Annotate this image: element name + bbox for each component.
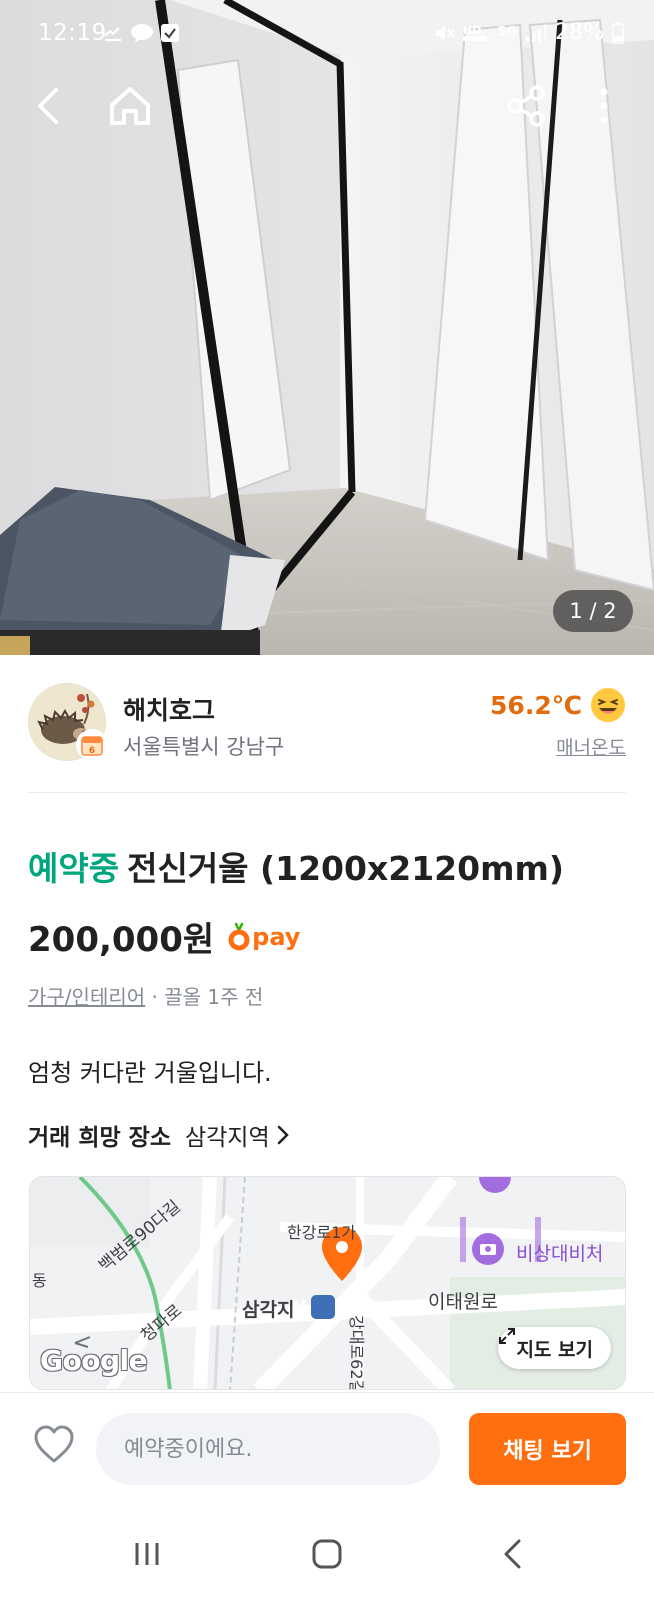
view-chat-button[interactable]: 채팅 보기 — [469, 1413, 626, 1485]
status-time: 12:19 — [38, 20, 107, 46]
system-back-button[interactable] — [483, 1526, 543, 1582]
map-label-emergency: 비상대비처 — [516, 1243, 604, 1265]
svg-text:6: 6 — [89, 746, 95, 756]
seller-region: 서울특별시 강남구 — [123, 735, 285, 759]
map-label-gangdaero: 강대로62길 — [347, 1315, 366, 1390]
manner-temp-link[interactable]: 매너온도 — [556, 733, 626, 760]
bump-time: · 끌올 1주 전 — [151, 985, 264, 1009]
share-button[interactable] — [498, 78, 554, 134]
article-description: 엄청 커다란 거울입니다. — [28, 1059, 272, 1087]
missed-call-icon — [104, 27, 121, 42]
pay-badge: pay — [228, 922, 300, 952]
product-photo[interactable]: 12:19 HD 5G 28% 1 / 2 — [0, 0, 654, 655]
trade-location-map[interactable]: M 한강로1가 이태원로 삼각지 비상대비처 백범로90다길 청파로 강대로62… — [29, 1176, 626, 1390]
price-row: 200,000원 pay — [28, 912, 300, 961]
image-counter: 1 / 2 — [553, 590, 633, 632]
avatar-badge: 6 — [76, 729, 108, 761]
carrot-pay-icon — [228, 922, 250, 950]
map-label-itaewonro: 이태원로 — [428, 1291, 498, 1313]
more-vertical-icon — [600, 88, 608, 124]
system-home-icon — [312, 1539, 342, 1569]
network-type: 5G — [497, 25, 518, 40]
laughing-face-icon — [591, 688, 625, 722]
category-link[interactable]: 가구/인테리어 — [28, 985, 145, 1009]
signal-icon — [526, 23, 548, 42]
view-map-label: 지도 보기 — [516, 1338, 593, 1361]
google-logo: Google — [40, 1344, 148, 1377]
manner-temperature: 56.2℃ — [490, 687, 626, 723]
map-label-samgakji: 삼각지 — [242, 1299, 295, 1321]
home-icon — [110, 87, 150, 125]
chevron-right-icon — [277, 1125, 289, 1145]
view-map-button[interactable]: 지도 보기 — [498, 1327, 611, 1369]
article-meta: 가구/인테리어 · 끌올 1주 전 — [28, 981, 263, 1010]
top-navigation — [0, 78, 654, 138]
divider — [28, 792, 626, 793]
product-detail-screen: 12:19 HD 5G 28% 1 / 2 6 해치호그 서울특별시 강남구 5… — [0, 0, 654, 1600]
status-bar: 12:19 HD 5G 28% — [0, 0, 654, 70]
article-title-text: 전신거울 (1200x2120mm) — [127, 849, 564, 888]
calendar-badge-icon: 6 — [81, 736, 103, 756]
map-label-dong: 동 — [32, 1271, 47, 1290]
price: 200,000원 — [28, 920, 215, 960]
map-label-hangangro: 한강로1가 — [287, 1223, 357, 1242]
system-back-icon — [504, 1539, 521, 1569]
pay-label: pay — [252, 922, 301, 951]
expand-icon — [499, 1328, 516, 1344]
back-button[interactable] — [20, 78, 76, 134]
heart-icon — [34, 1425, 74, 1463]
status-notification-icons — [102, 22, 180, 44]
manner-temp-value: 56.2℃ — [490, 690, 582, 720]
like-button[interactable] — [32, 1423, 76, 1467]
trade-place-link[interactable]: 삼각지역 — [185, 1118, 290, 1152]
message-input[interactable] — [96, 1413, 440, 1485]
bottom-action-bar: 채팅 보기 — [0, 1392, 654, 1508]
trade-place-value: 삼각지역 — [184, 1125, 270, 1151]
share-icon — [507, 85, 545, 127]
home-button[interactable] — [102, 78, 158, 134]
battery-percent: 28% — [555, 20, 604, 45]
recent-apps-icon — [135, 1543, 159, 1565]
trade-place-label: 거래 희망 장소 — [28, 1125, 171, 1151]
arrow-left-icon — [38, 88, 58, 124]
status-right-group: HD 5G 28% — [433, 20, 624, 45]
seller-name[interactable]: 해치호그 — [123, 691, 215, 727]
reservation-status: 예약중 — [28, 849, 120, 888]
checkbox-notification-icon — [161, 24, 179, 42]
battery-icon — [612, 21, 624, 44]
recent-apps-button[interactable] — [117, 1526, 177, 1582]
article-title: 예약중 전신거울 (1200x2120mm) — [28, 842, 564, 890]
seller-profile[interactable]: 6 해치호그 서울특별시 강남구 56.2℃ 매너온도 — [28, 683, 626, 763]
talk-message-icon — [131, 24, 153, 43]
hd-voice-icon: HD — [463, 24, 488, 41]
trade-place-row: 거래 희망 장소 삼각지역 — [28, 1118, 290, 1152]
system-home-button[interactable] — [297, 1526, 357, 1582]
mute-icon — [436, 24, 456, 41]
svg-text:HD: HD — [463, 24, 481, 37]
system-navigation-bar — [0, 1508, 654, 1600]
more-button[interactable] — [576, 78, 632, 134]
